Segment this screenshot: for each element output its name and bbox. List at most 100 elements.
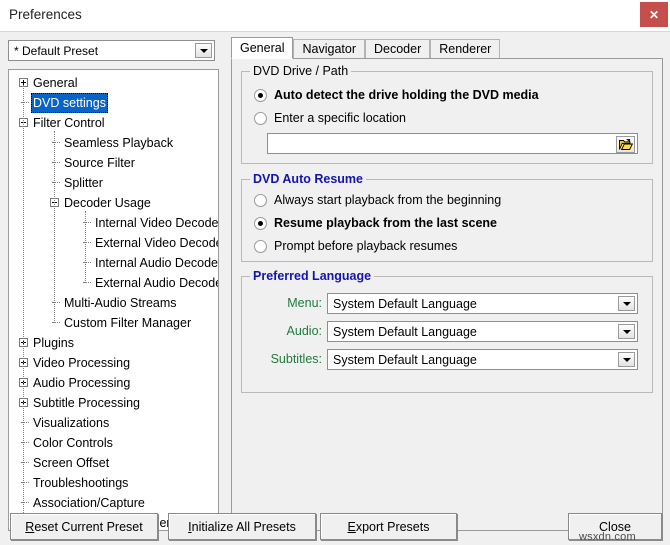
- radio-resume-last-scene[interactable]: Resume playback from the last scene: [254, 216, 497, 230]
- radio-indicator-icon: [254, 89, 267, 102]
- tree-item-label: Custom Filter Manager: [62, 313, 193, 333]
- tree-item-label: Internal Video Decoder: [93, 213, 219, 233]
- reset-current-preset-button[interactable]: Reset Current Preset: [10, 513, 158, 540]
- language-menu-label: Menu:: [287, 296, 322, 310]
- tree-item[interactable]: Internal Audio Decoder: [9, 253, 218, 273]
- tree-item[interactable]: External Audio Decoder: [9, 273, 218, 293]
- tree-item[interactable]: Filter Control: [9, 113, 218, 133]
- tree-item-label: Color Controls: [31, 433, 115, 453]
- export-presets-button[interactable]: Export Presets: [320, 513, 457, 540]
- radio-resume-last-scene-label: Resume playback from the last scene: [274, 216, 497, 230]
- tree-item-label: Splitter: [62, 173, 105, 193]
- tree-item[interactable]: Visualizations: [9, 413, 218, 433]
- tree-item[interactable]: Video Processing: [9, 353, 218, 373]
- tab-renderer[interactable]: Renderer: [430, 39, 500, 59]
- tab-navigator[interactable]: Navigator: [293, 39, 365, 59]
- tree-item[interactable]: External Video Decoder: [9, 233, 218, 253]
- radio-enter-specific-location[interactable]: Enter a specific location: [254, 111, 406, 125]
- radio-always-start-beginning-label: Always start playback from the beginning: [274, 193, 501, 207]
- language-menu-dropdown-arrow[interactable]: [618, 296, 635, 311]
- tab-label: Decoder: [374, 42, 421, 56]
- tree-item-label: Audio Processing: [31, 373, 132, 393]
- tree-item-label: Subtitle Processing: [31, 393, 142, 413]
- language-subtitles-label: Subtitles:: [271, 352, 322, 366]
- tree-item[interactable]: Color Controls: [9, 433, 218, 453]
- language-row-audio: Audio: System Default Language: [242, 321, 654, 342]
- button-accelerator: R: [25, 520, 34, 534]
- language-row-subtitles: Subtitles: System Default Language: [242, 349, 654, 370]
- tab-general[interactable]: General: [231, 37, 293, 59]
- tree-item[interactable]: Audio Processing: [9, 373, 218, 393]
- tree-item[interactable]: DVD settings: [9, 93, 218, 113]
- tree-item-label: Visualizations: [31, 413, 111, 433]
- radio-indicator-icon: [254, 240, 267, 253]
- radio-indicator-icon: [254, 217, 267, 230]
- tab-label: Renderer: [439, 42, 491, 56]
- language-menu-value: System Default Language: [333, 297, 477, 311]
- tree-item[interactable]: Source Filter: [9, 153, 218, 173]
- language-row-menu: Menu: System Default Language: [242, 293, 654, 314]
- preset-dropdown-value: * Default Preset: [14, 44, 98, 58]
- group-dvd-auto-resume-title: DVD Auto Resume: [250, 172, 366, 186]
- radio-prompt-before-resume[interactable]: Prompt before playback resumes: [254, 239, 457, 253]
- language-audio-dropdown[interactable]: System Default Language: [327, 321, 638, 342]
- tree-item[interactable]: Screen Offset: [9, 453, 218, 473]
- tree-item-label: Troubleshootings: [31, 473, 130, 493]
- chevron-down-icon: [623, 358, 631, 362]
- group-preferred-language-title: Preferred Language: [250, 269, 374, 283]
- tree-connector-icon: [54, 131, 55, 323]
- tab-decoder[interactable]: Decoder: [365, 39, 430, 59]
- tree-item-label: Decoder Usage: [62, 193, 153, 213]
- tree-item[interactable]: General: [9, 73, 218, 93]
- settings-tree[interactable]: GeneralDVD settingsFilter ControlSeamles…: [8, 69, 219, 531]
- close-button[interactable]: Close: [568, 513, 662, 540]
- tree-item[interactable]: Multi-Audio Streams: [9, 293, 218, 313]
- window-title: Preferences: [9, 7, 82, 22]
- group-dvd-drive-path-title: DVD Drive / Path: [250, 64, 351, 78]
- group-dvd-drive-path: DVD Drive / Path Auto detect the drive h…: [241, 71, 653, 164]
- radio-always-start-beginning[interactable]: Always start playback from the beginning: [254, 193, 501, 207]
- tab-page-general: DVD Drive / Path Auto detect the drive h…: [231, 58, 663, 531]
- tree-item[interactable]: Internal Video Decoder: [9, 213, 218, 233]
- button-accelerator: E: [348, 520, 356, 534]
- tree-item-label: Video Processing: [31, 353, 132, 373]
- language-menu-dropdown[interactable]: System Default Language: [327, 293, 638, 314]
- tree-item[interactable]: Troubleshootings: [9, 473, 218, 493]
- tree-item[interactable]: Seamless Playback: [9, 133, 218, 153]
- dvd-path-input[interactable]: [267, 133, 638, 154]
- preset-dropdown-arrow[interactable]: [195, 43, 212, 58]
- tree-item-label: External Video Decoder: [93, 233, 219, 253]
- tree-item-label: General: [31, 73, 79, 93]
- language-subtitles-dropdown-arrow[interactable]: [618, 352, 635, 367]
- tab-label: Navigator: [302, 42, 356, 56]
- initialize-all-presets-button[interactable]: Initialize All Presets: [168, 513, 316, 540]
- tree-item[interactable]: Plugins: [9, 333, 218, 353]
- chevron-down-icon: [200, 49, 208, 53]
- preset-dropdown[interactable]: * Default Preset: [8, 40, 215, 61]
- radio-enter-specific-location-label: Enter a specific location: [274, 111, 406, 125]
- chevron-down-icon: [623, 330, 631, 334]
- folder-open-icon: [619, 139, 633, 151]
- button-label: nitialize All Presets: [192, 520, 296, 534]
- tab-label: General: [240, 41, 284, 55]
- tree-item-label: DVD settings: [31, 93, 108, 113]
- tree-item[interactable]: Custom Filter Manager: [9, 313, 218, 333]
- tree-item-label: Screen Offset: [31, 453, 111, 473]
- tree-item[interactable]: Subtitle Processing: [9, 393, 218, 413]
- radio-auto-detect-drive[interactable]: Auto detect the drive holding the DVD me…: [254, 88, 539, 102]
- dialog-body: * Default Preset GeneralDVD settingsFilt…: [0, 31, 670, 545]
- title-bar: Preferences ✕: [0, 0, 670, 31]
- window-close-button[interactable]: ✕: [640, 2, 668, 27]
- button-label: eset Current Preset: [34, 520, 142, 534]
- tree-item[interactable]: Splitter: [9, 173, 218, 193]
- language-subtitles-dropdown[interactable]: System Default Language: [327, 349, 638, 370]
- tree-item-label: Association/Capture: [31, 493, 147, 513]
- tree-item[interactable]: Association/Capture: [9, 493, 218, 513]
- browse-folder-button[interactable]: [616, 136, 635, 153]
- group-dvd-auto-resume: DVD Auto Resume Always start playback fr…: [241, 179, 653, 262]
- language-audio-dropdown-arrow[interactable]: [618, 324, 635, 339]
- tree-item-label: Seamless Playback: [62, 133, 175, 153]
- tree-item-label: Source Filter: [62, 153, 137, 173]
- tree-item[interactable]: Decoder Usage: [9, 193, 218, 213]
- radio-auto-detect-drive-label: Auto detect the drive holding the DVD me…: [274, 88, 539, 102]
